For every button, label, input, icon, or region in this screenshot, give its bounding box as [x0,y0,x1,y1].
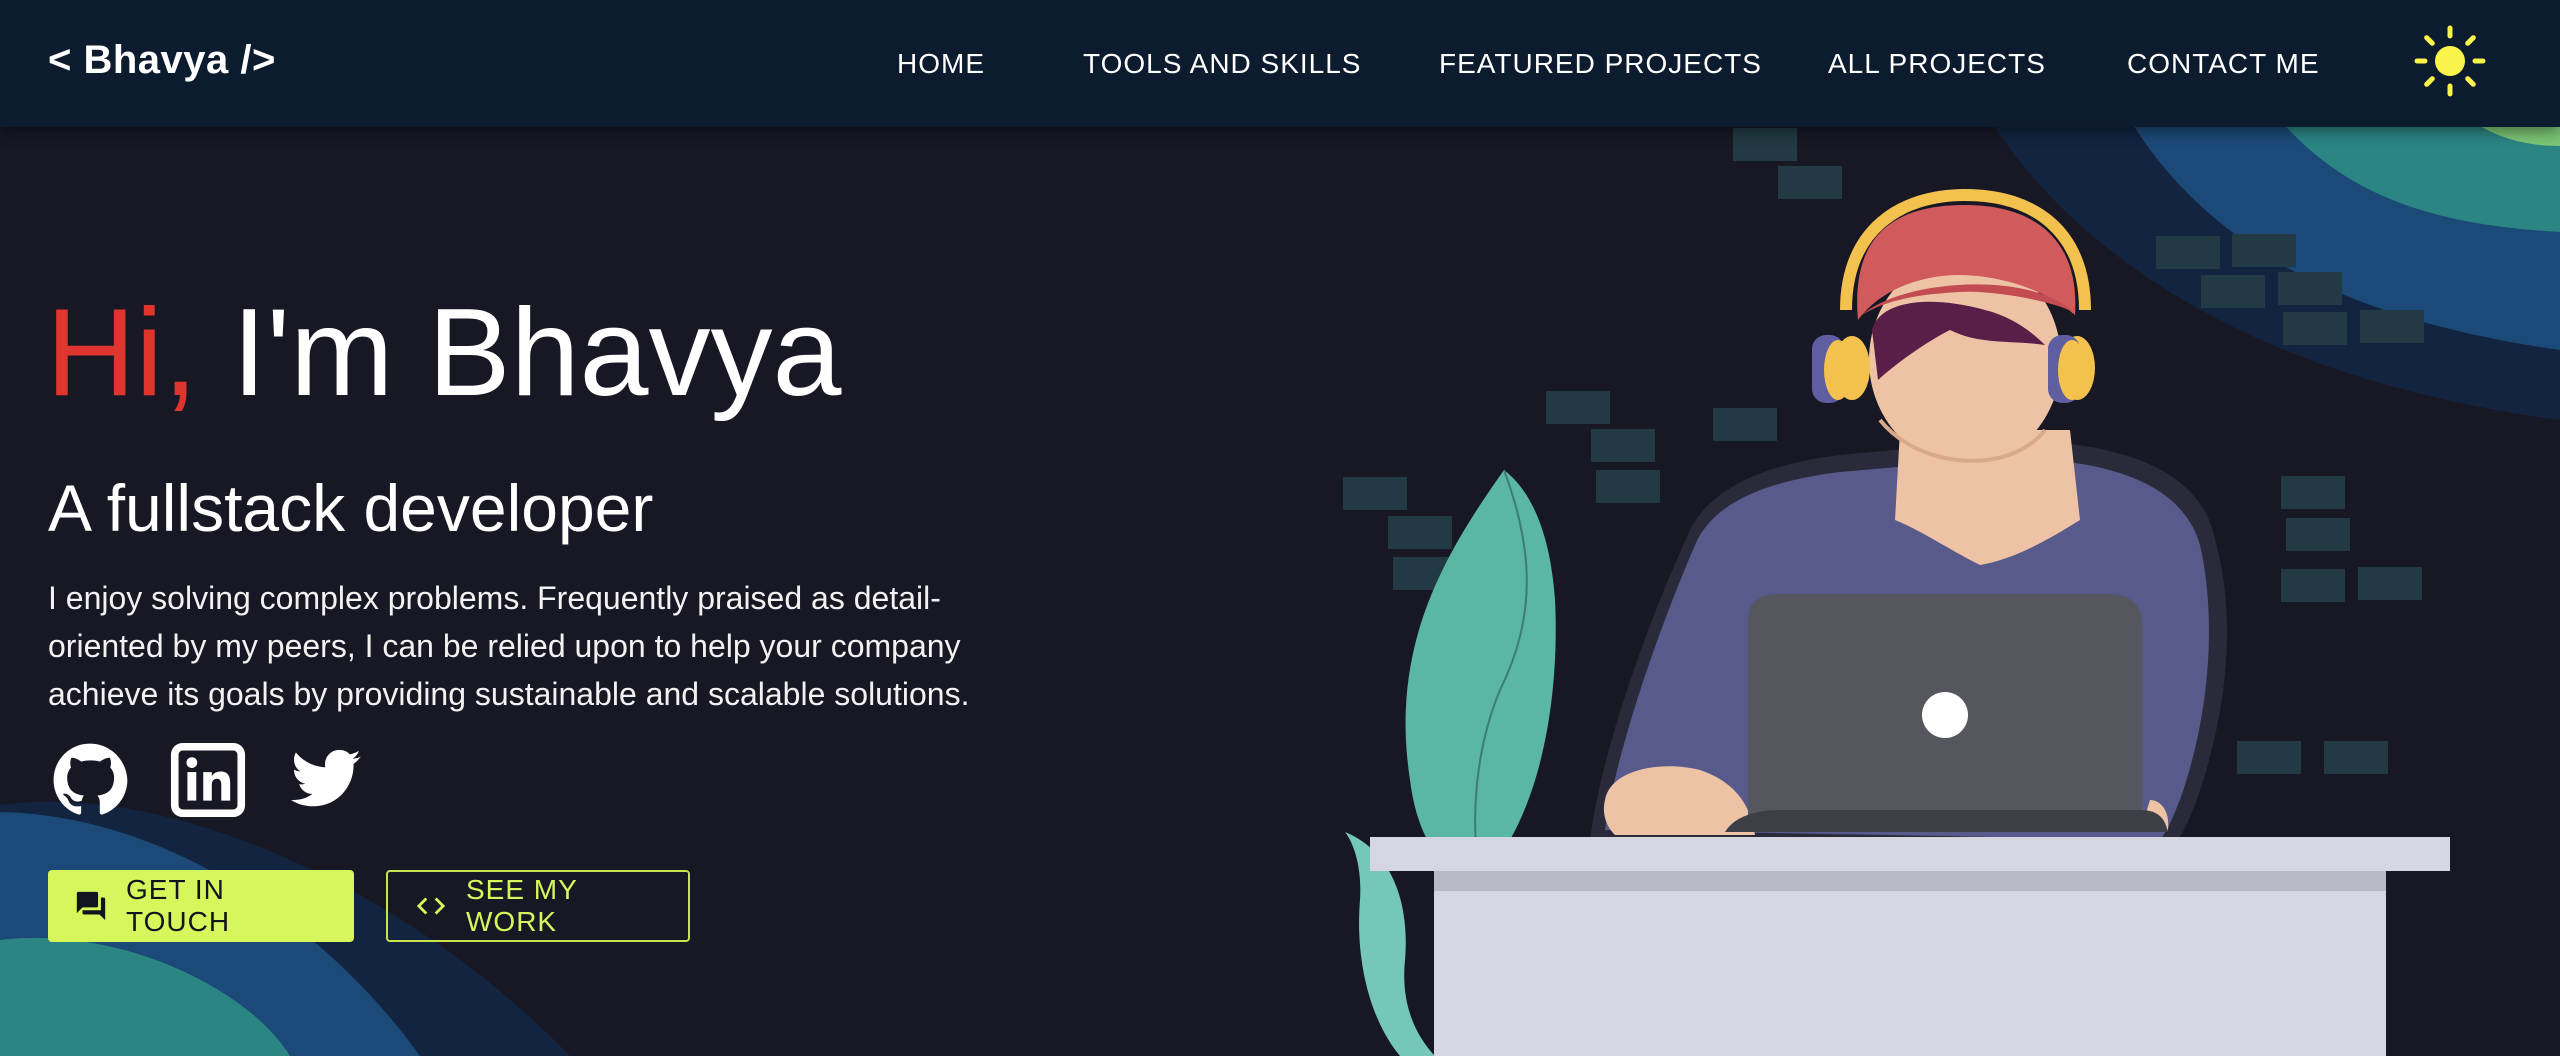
hero-subtitle: A fullstack developer [48,471,654,545]
nav-all-projects[interactable]: ALL PROJECTS [1828,48,2046,80]
code-icon [416,897,446,915]
brand-logo[interactable]: < Bhavya /> [48,38,276,83]
hero-name: I'm Bhavya [232,284,842,422]
nav-home[interactable]: HOME [897,48,985,80]
portfolio-page: < Bhavya /> HOME TOOLS AND SKILLS FEATUR… [0,0,2560,1056]
github-icon[interactable] [52,742,128,818]
hero-title: Hi, I'm Bhavya [46,282,841,425]
twitter-icon[interactable] [288,742,364,818]
nav-featured-projects[interactable]: FEATURED PROJECTS [1439,48,1762,80]
chat-icon [76,891,106,921]
get-in-touch-label: GET IN TOUCH [126,874,231,937]
nav-tools-and-skills[interactable]: TOOLS AND SKILLS [1083,48,1362,80]
nav-contact-me[interactable]: CONTACT ME [2127,48,2320,80]
sun-icon[interactable] [2414,25,2486,97]
top-navbar: < Bhavya /> HOME TOOLS AND SKILLS FEATUR… [0,0,2560,127]
get-in-touch-button[interactable]: GET IN TOUCH [48,870,354,942]
see-my-work-button[interactable]: SEE MY WORK [386,870,690,942]
see-my-work-label: SEE MY WORK [466,874,578,937]
hero-description: I enjoy solving complex problems. Freque… [48,580,970,712]
hero-greeting: Hi, [46,284,198,422]
linkedin-icon[interactable] [170,742,246,818]
